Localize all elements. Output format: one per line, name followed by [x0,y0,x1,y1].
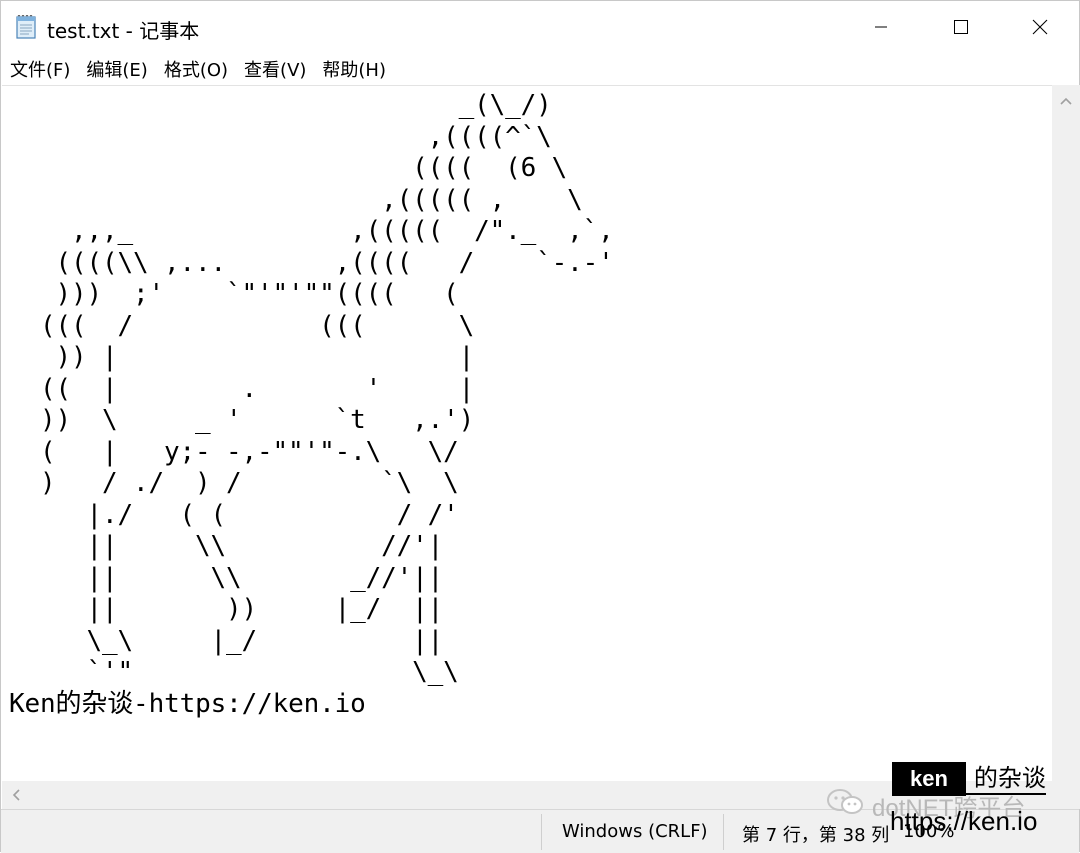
menu-file[interactable]: 文件(F) [1,56,78,82]
close-icon [1032,19,1048,35]
status-divider [541,814,542,850]
maximize-icon [953,19,969,35]
status-divider [723,814,724,850]
minimize-button[interactable] [841,1,921,53]
window-title: test.txt - 记事本 [47,19,200,43]
menu-view[interactable]: 查看(V) [236,56,314,82]
notepad-icon [15,14,39,40]
text-editor[interactable]: _(\_/) ,((((^`\ (((( (6 \ ,((((( , \ ,,,… [2,85,1052,782]
status-encoding: Windows (CRLF) [562,821,708,842]
notepad-window: test.txt - 记事本 文件(F) 编辑(E) 格式(O) 查看(V) 帮… [0,0,1080,853]
editor-content[interactable]: _(\_/) ,((((^`\ (((( (6 \ ,((((( , \ ,,,… [2,86,1052,720]
brand-url: https://ken.io [890,806,1038,836]
brand-logo-text: 的杂谈 [965,763,1046,795]
menu-bar: 文件(F) 编辑(E) 格式(O) 查看(V) 帮助(H) [1,53,1079,85]
scroll-left-arrow-icon [12,786,20,805]
menu-help[interactable]: 帮助(H) [314,56,394,82]
scrollbar-corner [1052,781,1080,809]
brand-logo-box: ken [892,761,966,796]
vertical-scrollbar[interactable] [1052,85,1080,781]
scroll-left-button[interactable] [2,781,30,809]
scroll-up-arrow-icon [1060,90,1072,109]
wechat-icon [826,788,872,823]
title-bar[interactable]: test.txt - 记事本 [1,1,1079,53]
maximize-button[interactable] [921,1,1001,53]
close-button[interactable] [1000,1,1080,53]
minimize-icon [873,19,889,35]
brand-watermark: ken 的杂谈 [892,761,1046,796]
menu-format[interactable]: 格式(O) [156,56,236,82]
scroll-up-button[interactable] [1052,85,1080,113]
menu-edit[interactable]: 编辑(E) [78,56,155,82]
status-cursor-position: 第 7 行，第 38 列 [742,825,890,846]
